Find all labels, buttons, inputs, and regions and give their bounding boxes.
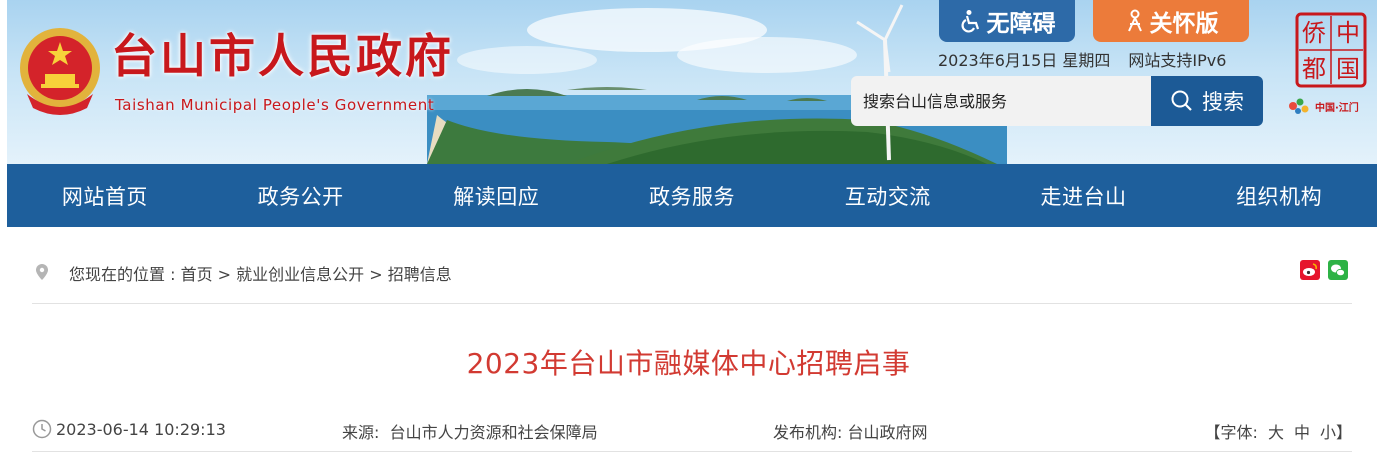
wechat-icon[interactable] [1328, 260, 1348, 280]
qiao-char-4: 国 [1336, 55, 1360, 83]
qiao-char-2: 中 [1336, 19, 1360, 47]
breadcrumb-separator: > [364, 265, 388, 284]
nav-item-interaction[interactable]: 互动交流 [790, 164, 986, 227]
site-subtitle: Taishan Municipal People's Government [115, 96, 435, 114]
jiangmen-text: 中国·江门 [1315, 102, 1359, 114]
qiao-char-3: 都 [1302, 55, 1326, 83]
qiaodu-logo[interactable]: 侨 中 都 国 [1295, 12, 1367, 88]
qiao-char-1: 侨 [1302, 19, 1326, 47]
font-size-large[interactable]: 大 [1268, 423, 1284, 442]
share-buttons [1300, 260, 1348, 280]
font-size-small[interactable]: 小 [1320, 423, 1336, 442]
font-size-end: 】 [1335, 423, 1352, 442]
location-pin-icon [36, 264, 48, 280]
publisher-label: 发布机构: [773, 423, 843, 442]
nav-item-gov-services[interactable]: 政务服务 [594, 164, 790, 227]
header-banner: 台山市人民政府 Taishan Municipal People's Gover… [7, 0, 1377, 164]
source-label: 来源: [342, 423, 380, 442]
nav-item-interpretation[interactable]: 解读回应 [398, 164, 594, 227]
breadcrumb-prefix: 您现在的位置 : [69, 265, 181, 284]
nav-item-home[interactable]: 网站首页 [7, 164, 203, 227]
national-emblem-icon [20, 28, 100, 115]
ribbon-person-icon [1127, 9, 1142, 32]
site-title: 台山市人民政府 [111, 29, 454, 83]
search-icon [1171, 90, 1192, 111]
publish-datetime: 2023-06-14 10:29:13 [56, 419, 226, 439]
breadcrumb-home[interactable]: 首页 [181, 265, 213, 284]
wheelchair-icon [961, 10, 979, 33]
breadcrumb-current[interactable]: 招聘信息 [388, 265, 452, 284]
source-value: 台山市人力资源和社会保障局 [389, 423, 598, 442]
search-input[interactable] [851, 76, 1151, 126]
publisher-value: 台山政府网 [847, 423, 928, 442]
font-size-control: 【字体: 大中小】 [1205, 419, 1352, 443]
accessibility-label: 无障碍 [986, 11, 1056, 37]
nav-item-about-taishan[interactable]: 走进台山 [986, 164, 1182, 227]
breadcrumb: 您现在的位置 : 首页 > 就业创业信息公开 > 招聘信息 [69, 261, 452, 285]
care-mode-label: 关怀版 [1149, 11, 1219, 37]
nav-item-gov-affairs[interactable]: 政务公开 [203, 164, 399, 227]
article-publisher: 发布机构: 台山政府网 [773, 419, 928, 443]
publish-time: 2023-06-14 10:29:13 [32, 419, 226, 439]
jiangmen-logo[interactable]: 中国·江门 [1286, 93, 1374, 119]
breadcrumb-category[interactable]: 就业创业信息公开 [236, 265, 364, 284]
article-meta: 2023-06-14 10:29:13 来源: 台山市人力资源和社会保障局 发布… [32, 419, 1352, 443]
current-date: 2023年6月15日 星期四 [938, 51, 1111, 70]
article-source: 来源: 台山市人力资源和社会保障局 [342, 419, 598, 443]
date-line: 2023年6月15日 星期四 网站支持IPv6 [938, 47, 1226, 71]
clock-icon [32, 419, 52, 439]
article-title: 2023年台山市融媒体中心招聘启事 [466, 347, 911, 380]
ipv6-notice: 网站支持IPv6 [1128, 51, 1227, 70]
breadcrumb-divider [32, 303, 1352, 304]
weibo-icon[interactable] [1300, 260, 1320, 280]
breadcrumb-row: 您现在的位置 : 首页 > 就业创业信息公开 > 招聘信息 [32, 252, 1352, 290]
meta-divider [32, 451, 1352, 452]
breadcrumb-separator: > [212, 265, 237, 284]
accessibility-button[interactable]: 无障碍 [939, 0, 1075, 42]
font-size-medium[interactable]: 中 [1294, 423, 1310, 442]
search-button-label: 搜索 [1202, 91, 1244, 114]
search-button[interactable]: 搜索 [1151, 76, 1263, 126]
care-mode-button[interactable]: 关怀版 [1093, 0, 1249, 42]
main-nav: 网站首页 政务公开 解读回应 政务服务 互动交流 走进台山 组织机构 [7, 164, 1377, 227]
jiangmen-mark-icon [1289, 98, 1309, 114]
font-size-label: 【字体: [1204, 423, 1258, 442]
nav-item-organization[interactable]: 组织机构 [1181, 164, 1377, 227]
